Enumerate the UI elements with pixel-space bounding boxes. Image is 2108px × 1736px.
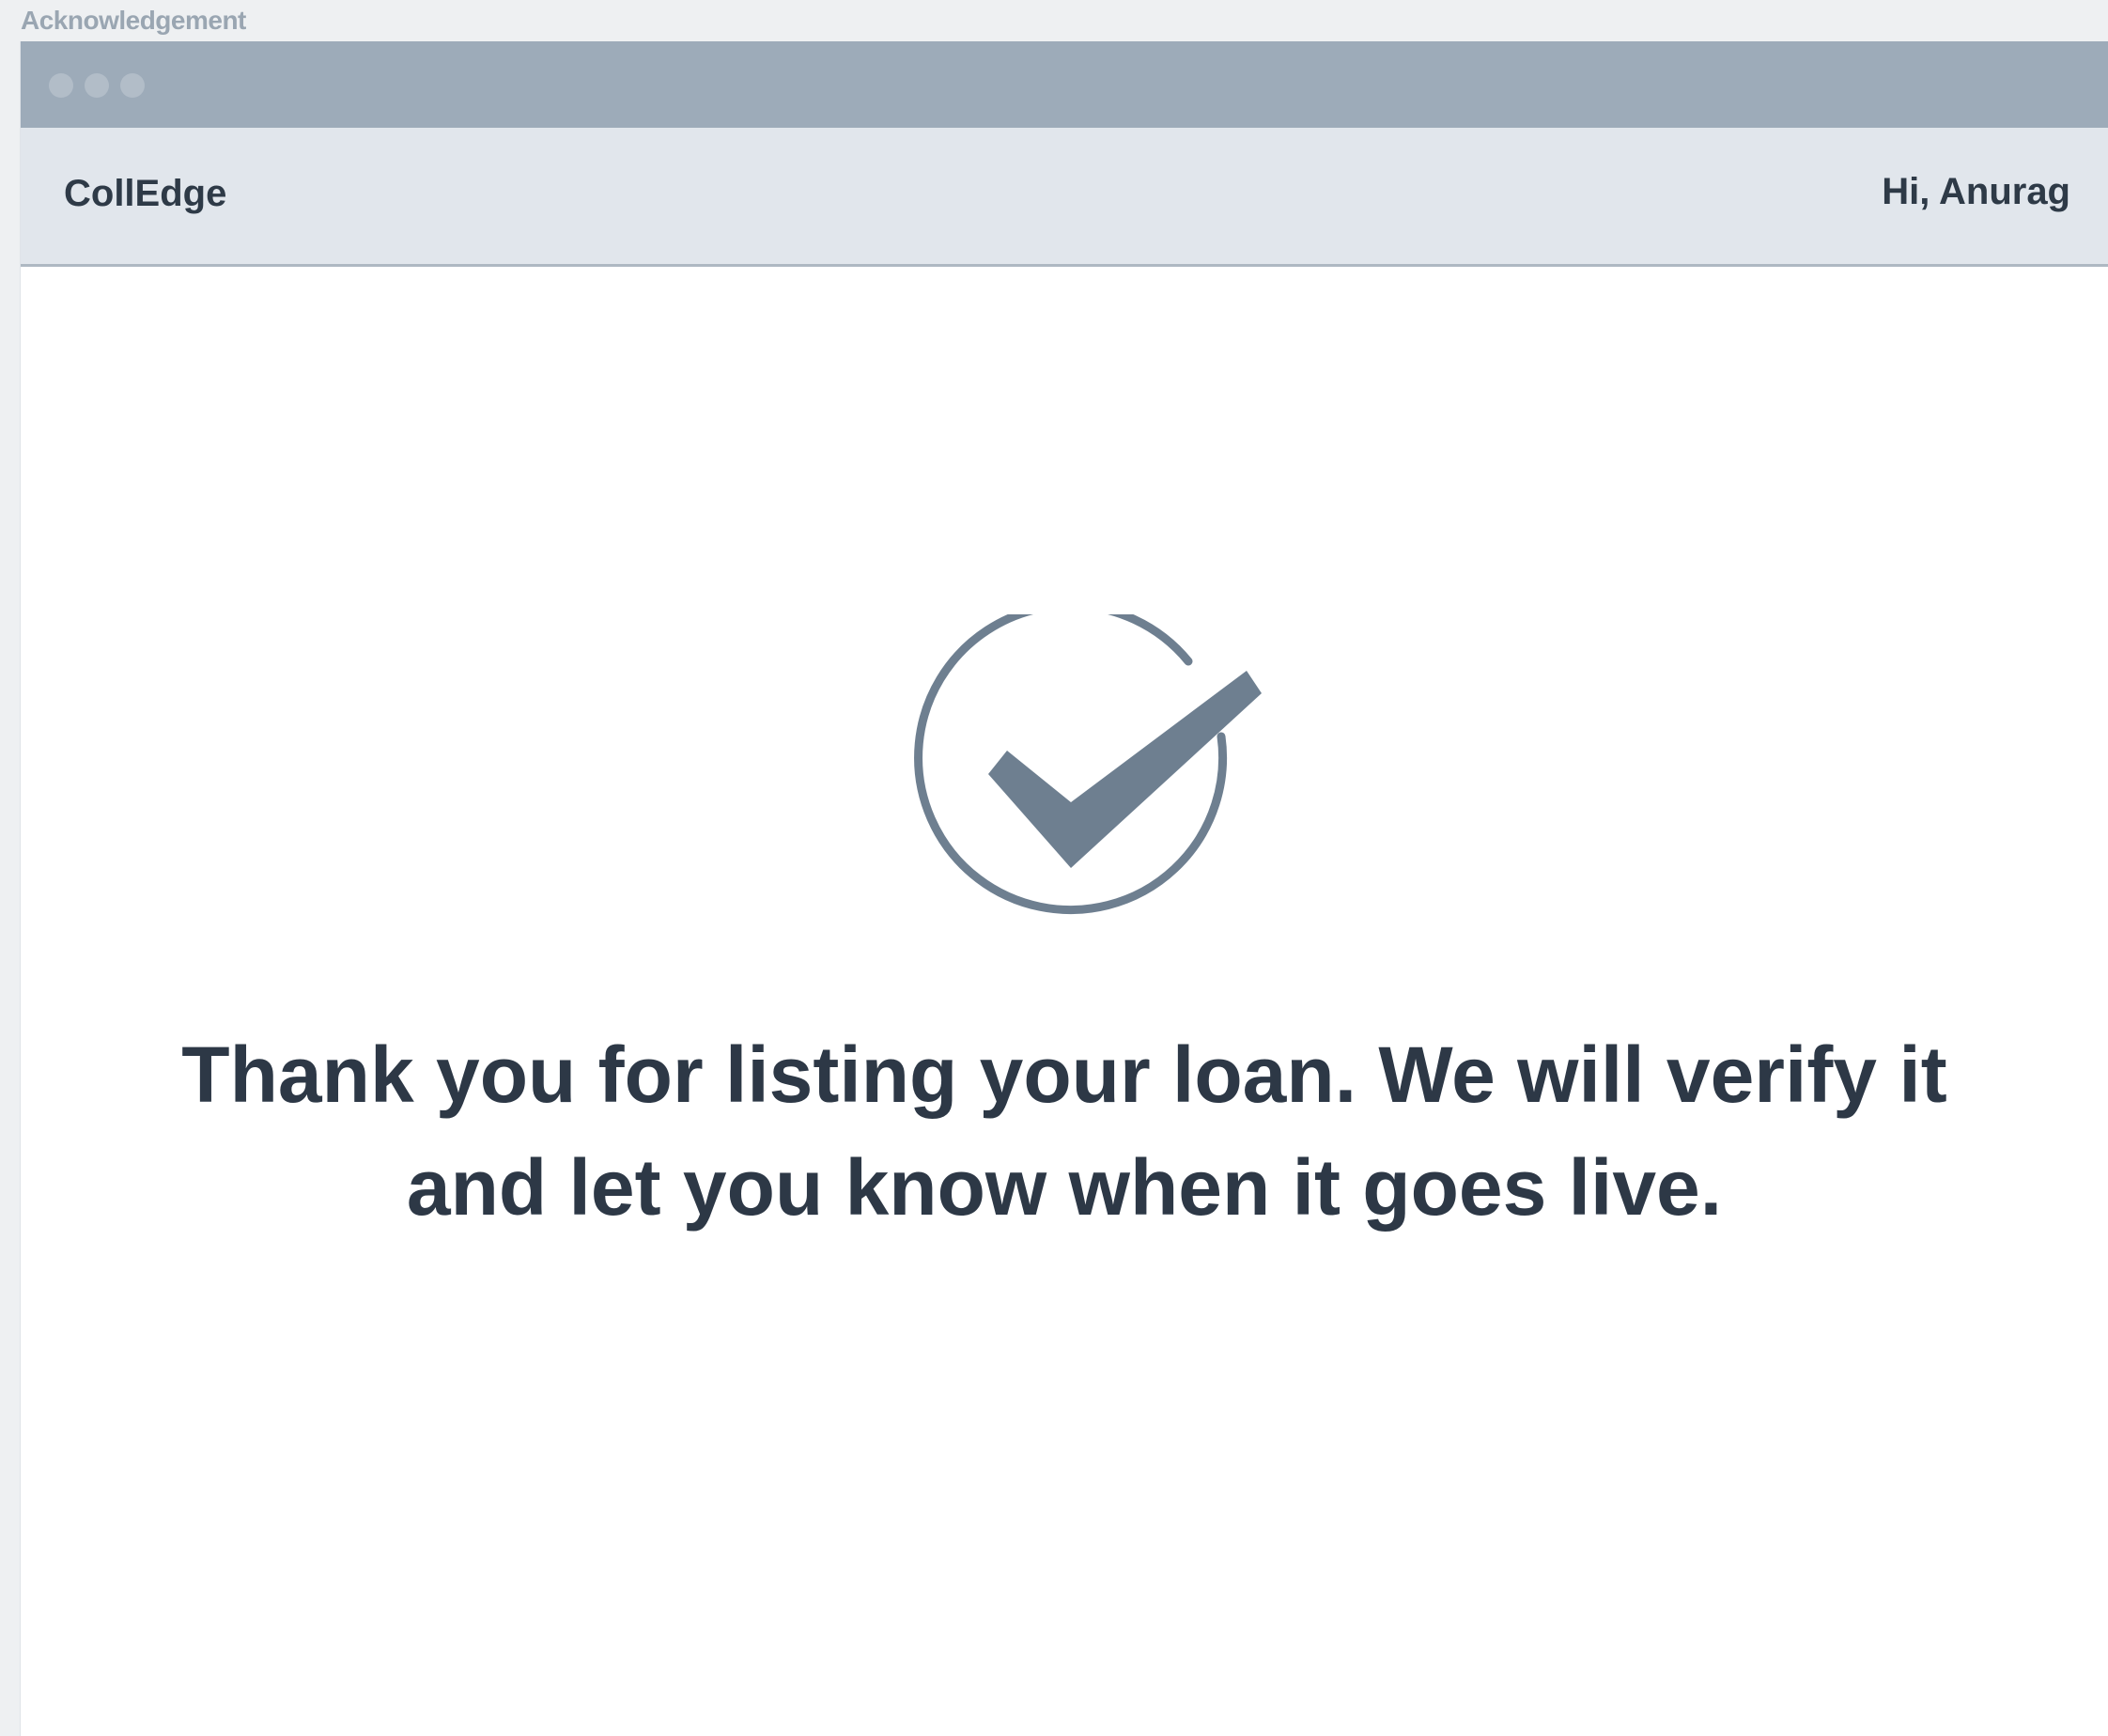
- window-close-dot[interactable]: [49, 73, 73, 98]
- user-greeting[interactable]: Hi, Anurag: [1882, 171, 2070, 213]
- browser-window: CollEdge Hi, Anurag Thank you for listin…: [21, 41, 2108, 1736]
- window-minimize-dot[interactable]: [85, 73, 109, 98]
- window-maximize-dot[interactable]: [120, 73, 145, 98]
- frame-caption: Acknowledgement: [21, 6, 246, 35]
- app-header: CollEdge Hi, Anurag: [21, 128, 2108, 267]
- content-area: [21, 267, 2108, 1736]
- check-circle-icon: [914, 614, 1262, 915]
- confirmation-message-line-1: Thank you for listing your loan. We will…: [181, 1031, 1947, 1119]
- confirmation-message-line-2: and let you know when it goes live.: [406, 1143, 1723, 1232]
- confirmation-message: Thank you for listing your loan. We will…: [21, 1018, 2108, 1244]
- window-title-bar: [21, 41, 2108, 128]
- brand-logo-text[interactable]: CollEdge: [64, 173, 226, 215]
